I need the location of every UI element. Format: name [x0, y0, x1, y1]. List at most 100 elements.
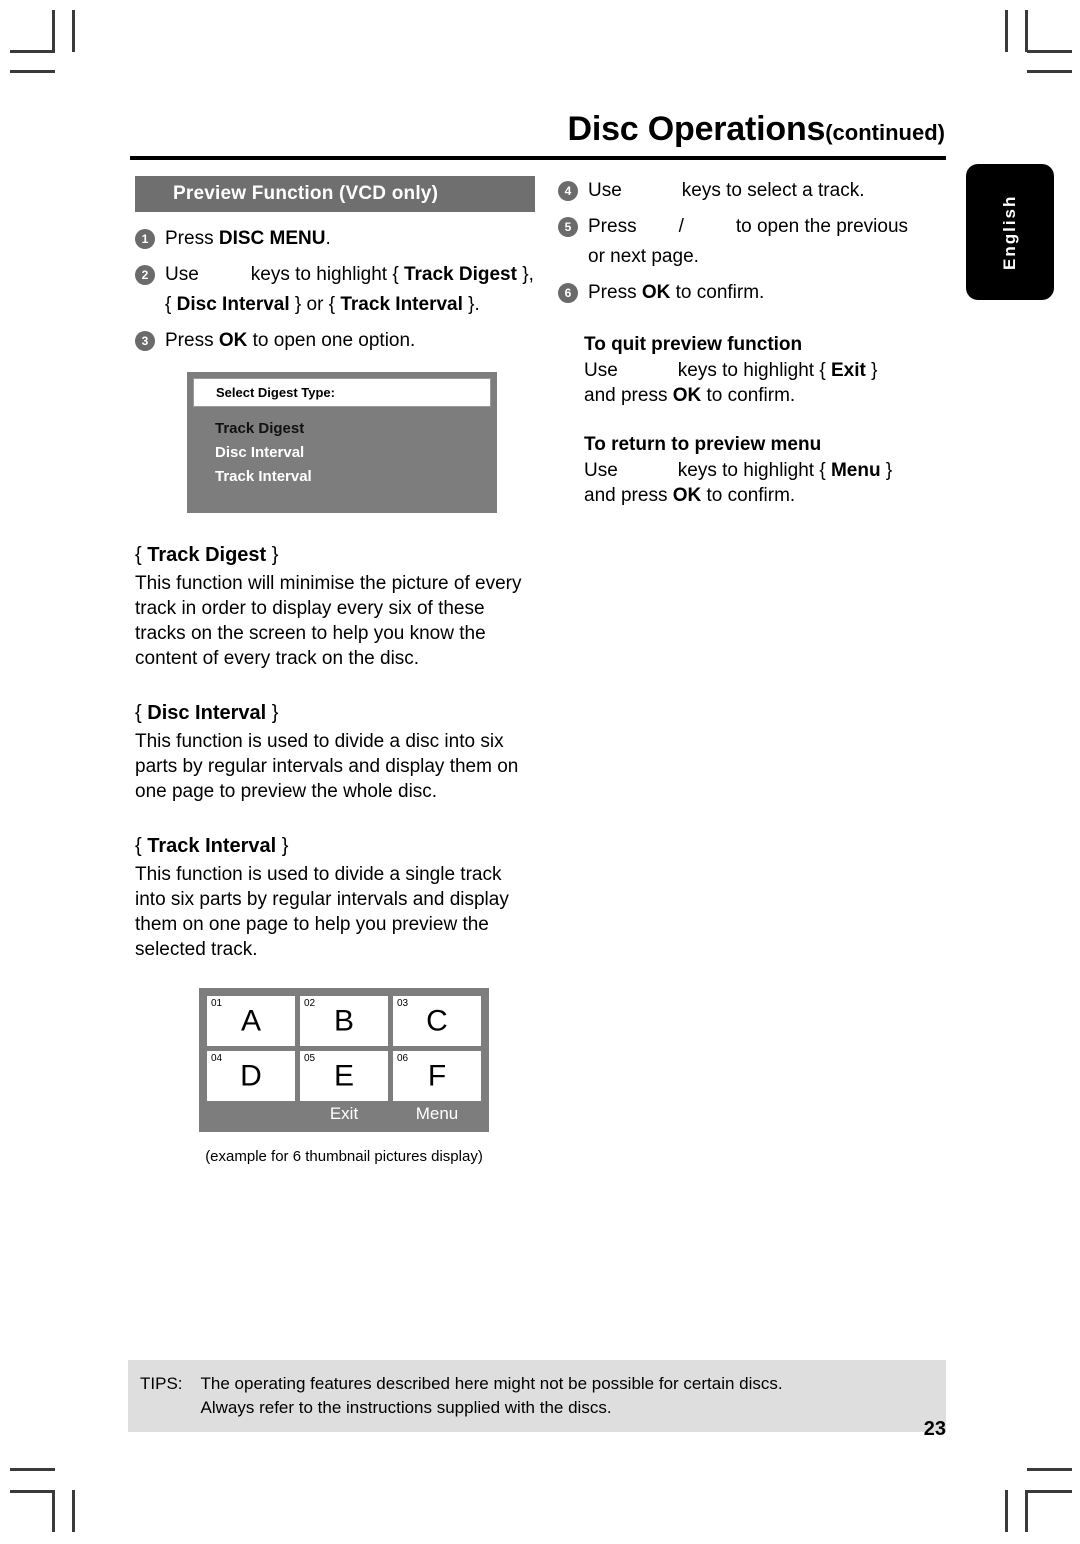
quit-line2-after: to confirm. — [701, 385, 796, 406]
brace-open: { — [135, 835, 142, 857]
return-line2-before: and press — [584, 485, 673, 506]
thumbnail-example: 01 A 02 B 03 C 04 D 05 E 06 F Exit Menu … — [199, 988, 489, 1165]
step-1-bold-disc-menu: DISC MENU — [218, 228, 326, 249]
crop-mark-top-left-tick-vertical — [72, 10, 75, 52]
crop-mark-bottom-left-tick-horizontal — [10, 1468, 55, 1471]
crop-mark-top-right-corner-horizontal — [1027, 50, 1072, 53]
step-5-line2: or next page. — [588, 246, 699, 267]
step-number-6: 6 — [558, 283, 578, 303]
page-title-continued: (continued) — [825, 120, 945, 145]
tips-label: TIPS: — [140, 1374, 183, 1393]
step-4-text: keys to select a track. — [681, 180, 865, 201]
osd-select-digest-type: Select Digest Type: Track Digest Disc In… — [187, 372, 497, 513]
crop-mark-top-right-tick-vertical — [1005, 10, 1008, 52]
step-1: 1 Press DISC MENU. — [135, 224, 535, 254]
quit-close-brace: } — [871, 360, 878, 381]
tips-line-2: Always refer to the instructions supplie… — [200, 1398, 612, 1417]
step-3-text-before: Press — [165, 330, 219, 351]
step-2-keys-text: keys to highlight { — [250, 264, 399, 285]
osd-option-track-interval[interactable]: Track Interval — [215, 465, 491, 489]
crop-mark-top-right-corner-vertical — [1025, 10, 1028, 52]
thumbnail-letter: F — [427, 1059, 447, 1093]
thumbnail-screen: 01 A 02 B 03 C 04 D 05 E 06 F Exit Menu — [199, 988, 489, 1132]
osd-header-label: Select Digest Type: — [193, 378, 491, 407]
crop-mark-top-right-tick-horizontal — [1027, 70, 1072, 73]
language-tab: English — [966, 164, 1054, 300]
subheading-return-to-preview-menu: To return to preview menu — [584, 434, 822, 455]
step-number-4: 4 — [558, 181, 578, 201]
step-6-press: Press — [588, 282, 642, 303]
page-title: Disc Operations(continued) — [130, 110, 945, 149]
return-menu-instructions: Use keys to highlight { Menu } and press … — [584, 458, 948, 508]
step-5-text: to open the previous — [735, 216, 909, 237]
osd-option-list: Track Digest Disc Interval Track Interva… — [193, 407, 491, 507]
osd-option-track-digest[interactable]: Track Digest — [215, 417, 491, 441]
thumbnail-cell[interactable]: 04 D — [207, 1051, 295, 1101]
thumbnail-cell[interactable]: 06 F — [393, 1051, 481, 1101]
step-2-bold-disc-interval: Disc Interval — [176, 294, 290, 315]
page-title-main: Disc Operations — [567, 110, 826, 148]
return-bold-menu: Menu — [830, 460, 881, 481]
step-number-1: 1 — [135, 229, 155, 249]
return-line2-after: to confirm. — [701, 485, 796, 506]
step-3: 3 Press OK to open one option. — [135, 326, 535, 356]
thumbnail-menu-button[interactable]: Menu — [393, 1104, 481, 1124]
crop-mark-bottom-right-tick-vertical — [1005, 1490, 1008, 1532]
osd-option-disc-interval[interactable]: Disc Interval — [215, 441, 491, 465]
return-use: Use — [584, 460, 618, 481]
step-1-text-before: Press — [165, 228, 219, 249]
return-bold-ok: OK — [672, 485, 702, 506]
crop-mark-top-left-tick-horizontal — [10, 70, 55, 73]
crop-mark-bottom-right-corner-horizontal — [1027, 1490, 1072, 1493]
step-number-3: 3 — [135, 331, 155, 351]
manual-page: Disc Operations(continued) English Previ… — [0, 0, 1080, 1544]
step-2-line2-open: { — [165, 294, 172, 315]
step-2: 2 Use keys to highlight { Track Digest },… — [135, 260, 535, 320]
brace-open: { — [135, 702, 142, 724]
quit-line2-before: and press — [584, 385, 673, 406]
step-6-text: to confirm. — [670, 282, 765, 303]
crop-mark-bottom-right-corner-vertical — [1025, 1490, 1028, 1532]
thumbnail-cell[interactable]: 01 A — [207, 996, 295, 1046]
subheading-quit-preview-function: To quit preview function — [584, 334, 803, 355]
crop-mark-bottom-left-corner-horizontal — [10, 1490, 55, 1493]
quit-use: Use — [584, 360, 618, 381]
thumbnail-exit-button[interactable]: Exit — [300, 1104, 388, 1124]
brace-open: { — [135, 544, 142, 566]
quit-preview-instructions: Use keys to highlight { Exit } and press … — [584, 358, 948, 408]
return-keys-text: keys to highlight { — [677, 460, 826, 481]
thumbnail-letter: C — [426, 1004, 448, 1038]
step-2-bold-track-digest: Track Digest — [403, 264, 517, 285]
right-column: 4 Use keys to select a track. 5 Press / to … — [558, 176, 948, 508]
thumbnail-cell[interactable]: 02 B — [300, 996, 388, 1046]
thumbnail-caption: (example for 6 thumbnail pictures displa… — [205, 1148, 483, 1165]
definition-term-disc-interval: Disc Interval — [147, 702, 267, 724]
tips-line-1: The operating features described here mi… — [200, 1374, 783, 1393]
definition-title-track-interval: { Track Interval } — [135, 830, 535, 862]
brace-close: } — [271, 702, 279, 724]
step-1-text-after: . — [325, 228, 331, 249]
crop-mark-bottom-left-corner-vertical — [52, 1490, 55, 1532]
step-5: 5 Press / to open the previous or next pag… — [558, 212, 948, 272]
thumbnail-letter: B — [333, 1004, 354, 1038]
brace-close: } — [281, 835, 289, 857]
thumbnail-cell[interactable]: 05 E — [300, 1051, 388, 1101]
thumbnail-cell[interactable]: 03 C — [393, 996, 481, 1046]
thumbnail-letter: E — [333, 1059, 354, 1093]
thumbnail-letter: D — [240, 1059, 262, 1093]
thumbnail-action-bar: Exit Menu — [207, 1101, 481, 1132]
step-2-line2-or: } or { — [294, 294, 336, 315]
return-close-brace: } — [885, 460, 893, 481]
step-2-line1-close: }, — [522, 264, 534, 285]
step-3-bold-ok: OK — [218, 330, 248, 351]
step-3-text-after: to open one option. — [247, 330, 416, 351]
step-5-press: Press — [588, 216, 637, 237]
definition-body-track-digest: This function will minimise the picture … — [135, 573, 522, 669]
definition-term-track-digest: Track Digest — [147, 544, 267, 566]
language-tab-label: English — [1000, 194, 1019, 270]
header-divider — [130, 156, 946, 160]
tips-content: The operating features described here mi… — [201, 1372, 783, 1420]
step-number-5: 5 — [558, 217, 578, 237]
crop-mark-bottom-right-tick-horizontal — [1027, 1468, 1072, 1471]
step-5-slash: / — [678, 216, 684, 237]
